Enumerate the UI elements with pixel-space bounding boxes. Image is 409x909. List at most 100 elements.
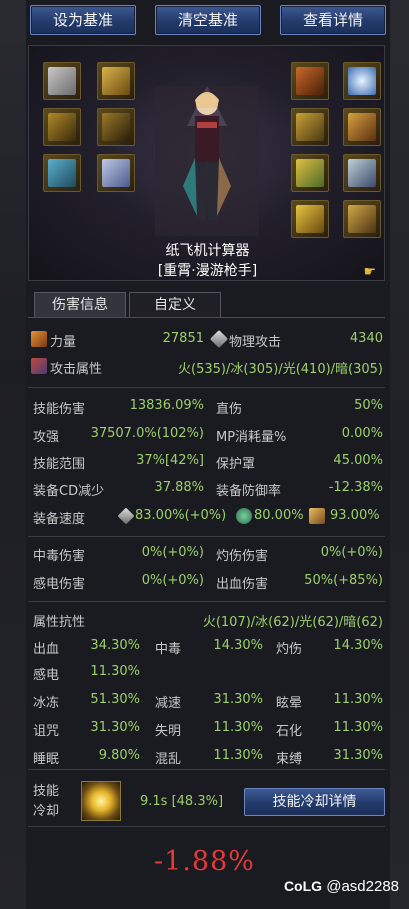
attack-speed-value: 83.00%(+0%) [135,508,227,523]
resistance-cell-value: 11.30% [213,748,263,763]
direct-damage-value: 50% [354,398,383,413]
resistance-cell-value: 14.30% [333,638,383,653]
defense-rate-value: -12.38% [328,480,383,495]
poison-damage-label: 中毒伤害 [33,549,86,564]
poison-damage-value: 0%(+0%) [141,545,204,560]
skill-range-value: 37%[42%] [136,453,204,468]
watermark-brand: CoLG [283,878,323,894]
equip-slot-title[interactable] [97,62,135,100]
watermark: CoLG @asd2288 [284,878,399,895]
resistance-cell-label: 诅咒 [33,724,60,739]
equip-slot-emblem[interactable] [343,62,381,100]
shield-value: 45.00% [333,453,383,468]
strength-value: 27851 [162,331,204,346]
defense-rate-label: 装备防御率 [216,484,282,499]
watermark-user: @asd2288 [326,878,399,895]
resistance-value: 火(107)/冰(62)/光(62)/暗(62) [202,615,383,630]
equip-slot-magic-stone[interactable] [291,200,329,238]
element-attack-label: 攻击属性 [50,362,103,377]
character-name: 纸飞机计算器 [165,243,250,259]
bleed-damage-value: 50%(+85%) [304,573,383,588]
skill-cd-details-button[interactable]: 技能冷却详情 [244,788,385,816]
resistance-cell-value: 34.30% [90,638,140,653]
divider [28,536,385,537]
resistance-cell-value: 51.30% [90,692,140,707]
equip-slot-creature[interactable] [97,154,135,192]
equip-slot-ring[interactable] [291,154,329,192]
skill-cd-label-line2: 冷却 [33,804,60,819]
resistance-cell-value: 11.30% [333,720,383,735]
attack-power-label: 攻强 [33,430,60,445]
clear-baseline-button[interactable]: 清空基准 [155,5,261,35]
move-speed-icon [309,508,325,524]
resistance-cell-value: 11.30% [333,692,383,707]
character-figure [155,86,259,236]
divider [28,601,385,602]
physical-attack-label: 物理攻击 [229,335,282,350]
equip-slot-earring[interactable] [343,200,381,238]
tab-custom[interactable]: 自定义 [129,292,221,318]
character-portrait: 纸飞机计算器 [重霄·漫游枪手] ☛ [28,45,385,281]
resistance-cell-label: 眩晕 [276,696,303,711]
equip-speed-label: 装备速度 [33,512,86,527]
resistance-cell-value: 14.30% [213,638,263,653]
equip-slot-necklace[interactable] [291,108,329,146]
shock-damage-label: 感电伤害 [33,577,86,592]
resistance-cell-label: 束缚 [276,752,303,767]
divider [28,769,385,770]
equip-slot-head[interactable] [97,108,135,146]
strength-icon [31,331,47,347]
tab-underline [28,317,385,318]
direct-damage-label: 直伤 [216,402,243,417]
result-delta: -1.88% [154,846,255,877]
resistance-cell-value: 11.30% [213,720,263,735]
mp-cost-label: MP消耗量% [216,430,287,445]
skill-cd-label-line1: 技能 [33,784,60,799]
element-attack-value: 火(535)/冰(305)/光(410)/暗(305) [178,362,383,377]
resistance-cell-value: 9.80% [98,748,140,763]
skill-damage-label: 技能伤害 [33,402,86,417]
resistance-cell-label: 出血 [33,642,60,657]
cd-reduction-value: 37.88% [154,480,204,495]
divider [28,826,385,827]
resistance-cell-label: 感电 [33,668,60,683]
bleed-damage-label: 出血伤害 [216,577,269,592]
resistance-cell-value: 31.30% [213,692,263,707]
skill-damage-value: 13836.09% [129,398,204,413]
equip-slot-weapon[interactable] [43,62,81,100]
resistance-cell-value: 31.30% [333,748,383,763]
strength-label: 力量 [50,335,77,350]
equip-slot-bracelet[interactable] [343,108,381,146]
resistance-cell-value: 11.30% [90,664,140,679]
resistance-cell-label: 中毒 [155,642,182,657]
cast-speed-icon [236,508,252,524]
tab-damage-info[interactable]: 伤害信息 [34,292,126,318]
resistance-cell-label: 冰冻 [33,696,60,711]
skill-icon [81,781,121,821]
resistance-cell-label: 睡眠 [33,752,60,767]
cast-speed-value: 80.00% [254,508,304,523]
equip-slot-avatar[interactable] [291,62,329,100]
shock-damage-value: 0%(+0%) [141,573,204,588]
pointing-hand-icon[interactable]: ☛ [363,264,376,280]
equip-slot-support[interactable] [343,154,381,192]
resistance-cell-label: 石化 [276,724,303,739]
resistance-cell-value: 31.30% [90,720,140,735]
equip-slot-bottom[interactable] [43,154,81,192]
equip-slot-top[interactable] [43,108,81,146]
skill-cd-value: 9.1s [48.3%] [140,794,224,809]
move-speed-value: 93.00% [330,508,380,523]
physical-attack-value: 4340 [349,331,383,346]
view-details-button[interactable]: 查看详情 [280,5,386,35]
attack-power-value: 37507.0%(102%) [90,426,204,441]
resistance-cell-label: 减速 [155,696,182,711]
resistance-cell-label: 灼伤 [276,642,303,657]
character-title: [重霄·漫游枪手] [157,263,258,279]
skill-range-label: 技能范围 [33,457,86,472]
element-attack-icon [31,358,47,374]
shield-label: 保护罩 [216,457,256,472]
divider [28,387,385,388]
set-baseline-button[interactable]: 设为基准 [30,5,136,35]
burn-damage-label: 灼伤伤害 [216,549,269,564]
resistance-cell-label: 混乱 [155,752,182,767]
